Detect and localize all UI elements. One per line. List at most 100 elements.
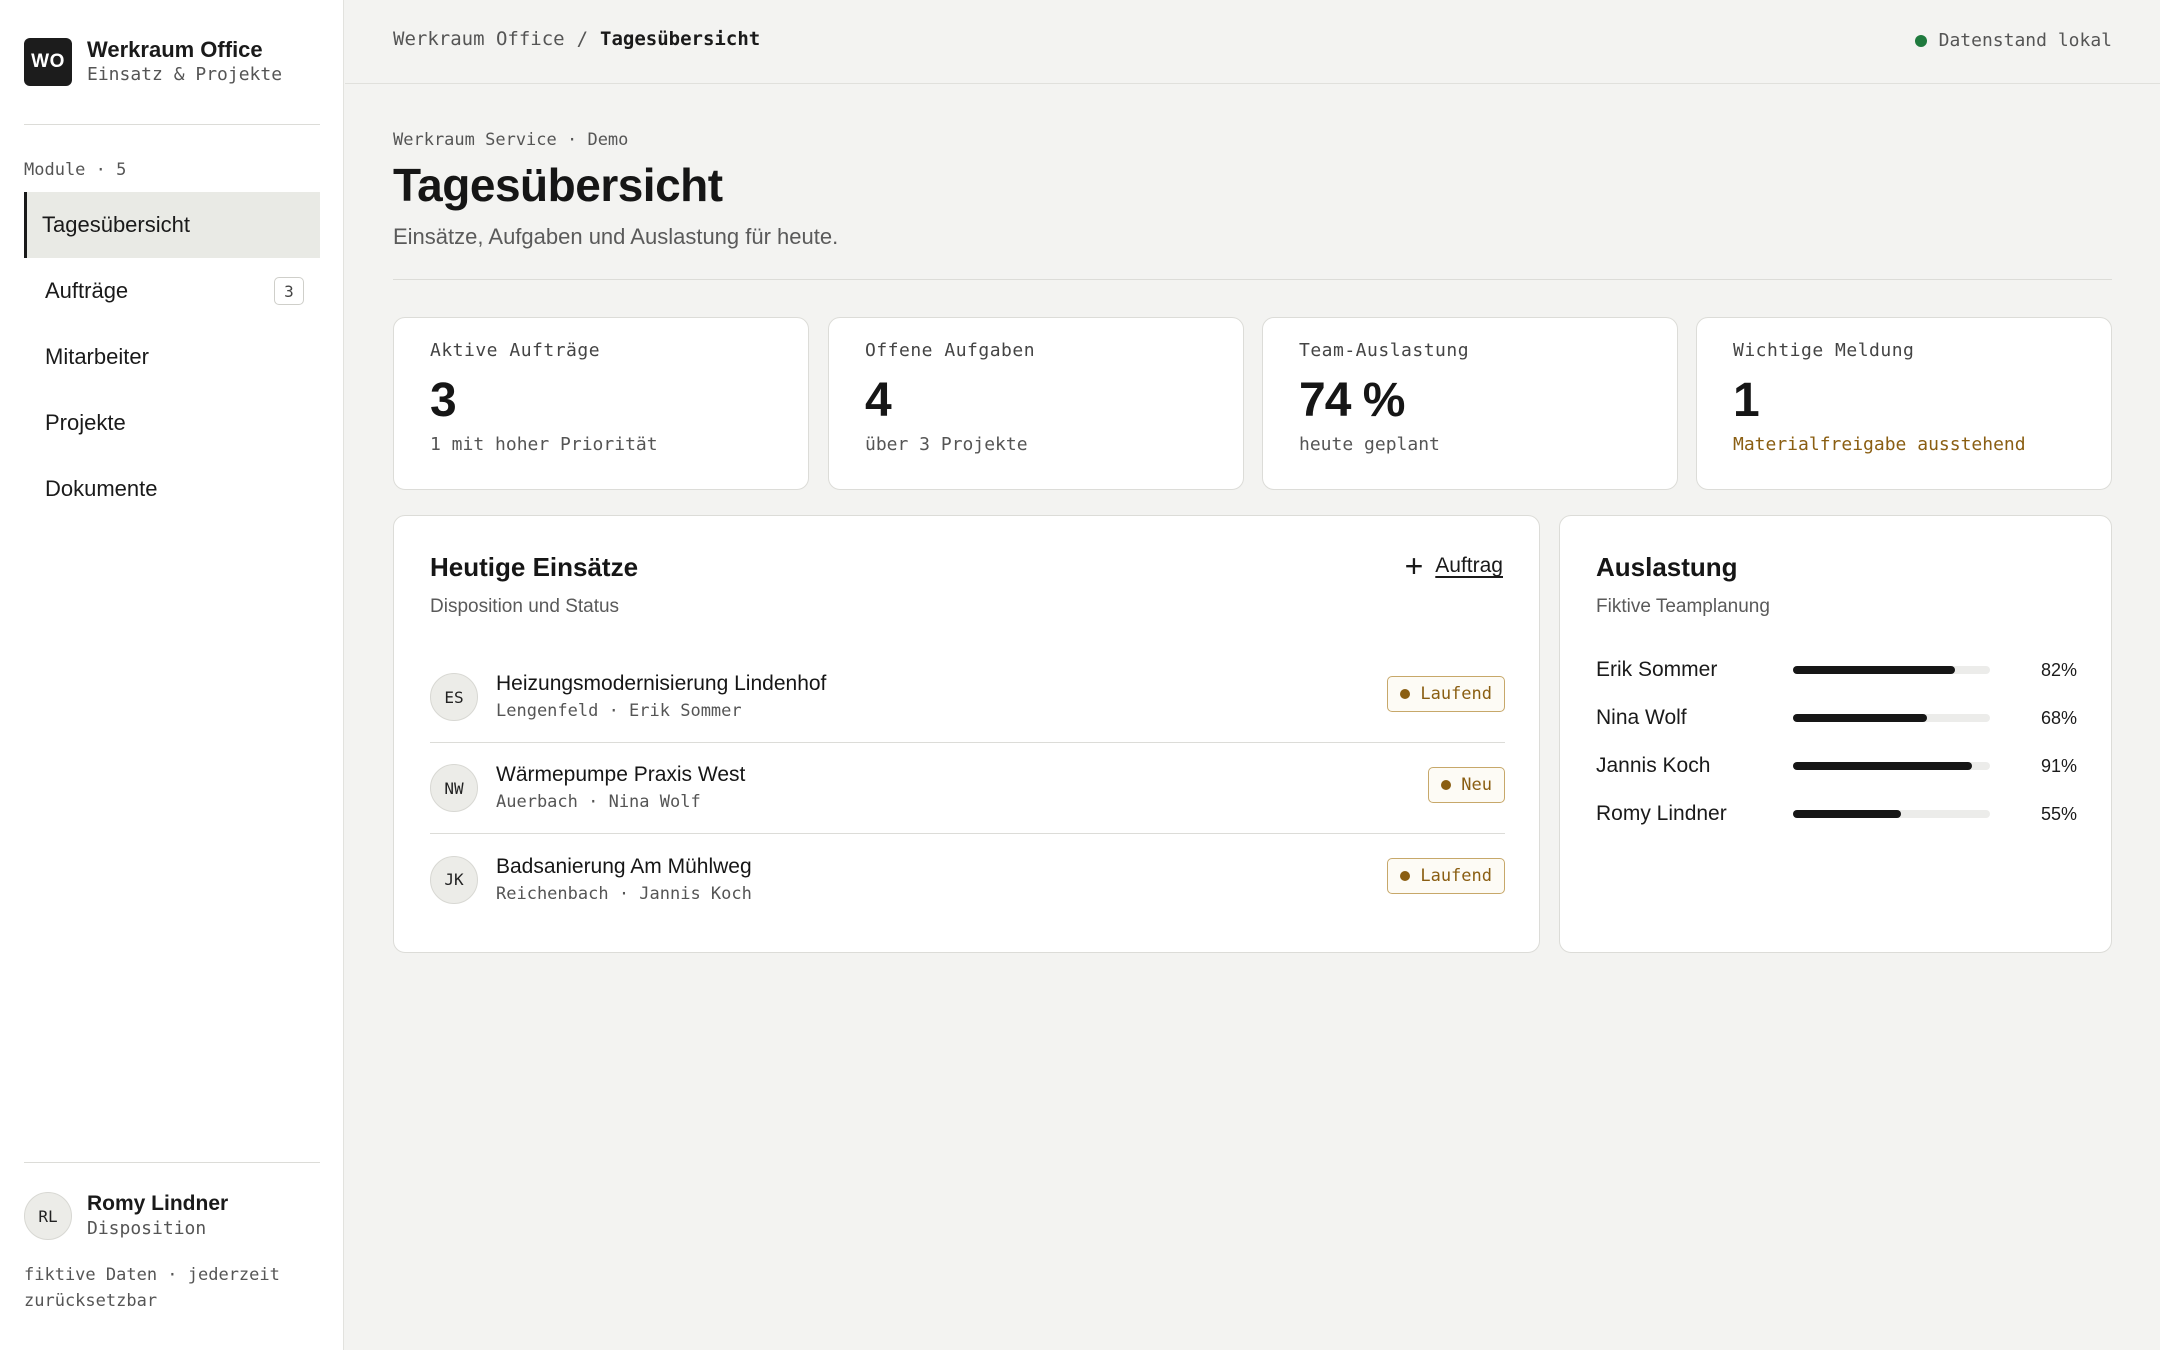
- sidebar-item-label: Aufträge: [45, 278, 129, 303]
- plus-icon: +: [1404, 548, 1424, 584]
- utilization-percent: 55%: [2040, 803, 2077, 824]
- card-title: Auslastung: [1596, 552, 1738, 582]
- page-eyebrow: Werkraum Service · Demo: [393, 130, 629, 150]
- sidebar-divider: [24, 124, 320, 125]
- utilization-percent: 68%: [2040, 707, 2077, 728]
- job-title: Badsanierung Am Mühlweg: [496, 854, 752, 878]
- utilization-card: Auslastung Fiktive Teamplanung Erik Somm…: [1559, 515, 2112, 953]
- job-title: Heizungsmodernisierung Lindenhof: [496, 672, 827, 695]
- member-name: Erik Sommer: [1596, 658, 1718, 681]
- utilization-list: Erik Sommer 82% Nina Wolf 68% Jannis Koc…: [1596, 646, 2077, 838]
- modules-label: Module · 5: [24, 160, 127, 180]
- list-item[interactable]: NW Wärmepumpe Praxis West Auerbach · Nin…: [430, 743, 1505, 834]
- avatar: ES: [430, 673, 478, 721]
- card-subtitle: Disposition und Status: [430, 596, 620, 617]
- stat-value: 4: [865, 374, 892, 427]
- sidebar-item-auftraege[interactable]: Aufträge 3: [24, 258, 320, 324]
- status-badge: Laufend: [1387, 676, 1505, 712]
- utilization-row: Erik Sommer 82%: [1596, 646, 2077, 694]
- status-badge: Laufend: [1387, 858, 1505, 894]
- data-footnote: fiktive Daten · jederzeit zurücksetzbar: [24, 1265, 280, 1311]
- breadcrumb-root[interactable]: Werkraum Office: [393, 28, 565, 50]
- sidebar-item-label: Tagesübersicht: [42, 212, 190, 237]
- sidebar-item-dokumente[interactable]: Dokumente: [24, 456, 320, 522]
- stat-note: heute geplant: [1299, 434, 1440, 455]
- utilization-bar: [1793, 666, 1990, 674]
- sidebar-item-tagesuebersicht[interactable]: Tagesübersicht: [24, 192, 320, 258]
- brand[interactable]: WO Werkraum Office Einsatz & Projekte: [24, 37, 282, 87]
- status-dot-icon: [1400, 871, 1411, 881]
- add-order-button[interactable]: + Auftrag: [1404, 548, 1503, 584]
- utilization-bar-fill: [1793, 714, 1927, 722]
- status-badge-label: Laufend: [1420, 866, 1492, 886]
- stat-note: 1 mit hoher Priorität: [430, 434, 658, 455]
- sidebar: WO Werkraum Office Einsatz & Projekte Mo…: [0, 0, 344, 1350]
- stat-label: Team-Auslastung: [1299, 340, 1470, 361]
- sidebar-item-projekte[interactable]: Projekte: [24, 390, 320, 456]
- utilization-bar: [1793, 810, 1990, 818]
- avatar: RL: [24, 1192, 72, 1240]
- job-meta: Reichenbach · Jannis Koch: [496, 883, 752, 904]
- status-text: Datenstand lokal: [1938, 30, 2112, 51]
- utilization-row: Nina Wolf 68%: [1596, 694, 2077, 742]
- stat-note: über 3 Projekte: [865, 434, 1028, 455]
- sidebar-item-mitarbeiter[interactable]: Mitarbeiter: [24, 324, 320, 390]
- utilization-row: Jannis Koch 91%: [1596, 742, 2077, 790]
- stat-value: 3: [430, 374, 457, 427]
- stat-card-active-orders: Aktive Aufträge 3 1 mit hoher Priorität: [393, 317, 809, 490]
- job-meta: Lengenfeld · Erik Sommer: [496, 701, 742, 721]
- utilization-bar-fill: [1793, 762, 1973, 770]
- page-title: Tagesübersicht: [393, 159, 723, 211]
- status-badge: Neu: [1428, 767, 1505, 803]
- status-dot-icon: [1441, 780, 1452, 790]
- job-meta: Auerbach · Nina Wolf: [496, 792, 701, 812]
- brand-subtitle: Einsatz & Projekte: [87, 64, 283, 85]
- utilization-bar-fill: [1793, 810, 1902, 818]
- stat-label: Offene Aufgaben: [865, 340, 1036, 361]
- sidebar-item-label: Projekte: [45, 410, 126, 435]
- status-dot-icon: [1400, 689, 1411, 699]
- avatar: NW: [430, 764, 478, 812]
- card-title: Heutige Einsätze: [430, 552, 639, 582]
- avatar: JK: [430, 855, 478, 904]
- stat-label: Aktive Aufträge: [430, 340, 601, 361]
- add-order-label: Auftrag: [1435, 554, 1503, 577]
- stat-card-open-tasks: Offene Aufgaben 4 über 3 Projekte: [828, 317, 1244, 490]
- member-name: Romy Lindner: [1596, 802, 1727, 825]
- job-title: Wärmepumpe Praxis West: [496, 763, 746, 786]
- sidebar-item-label: Dokumente: [45, 476, 158, 501]
- brand-name: Werkraum Office: [87, 37, 263, 62]
- user-role: Disposition: [87, 1218, 207, 1239]
- breadcrumb-current: Tagesübersicht: [600, 28, 761, 50]
- list-item[interactable]: ES Heizungsmodernisierung Lindenhof Leng…: [430, 652, 1505, 743]
- stat-card-team-utilization: Team-Auslastung 74 % heute geplant: [1262, 317, 1678, 490]
- utilization-bar: [1793, 762, 1990, 770]
- header-divider: [393, 279, 2112, 280]
- utilization-bar: [1793, 714, 1990, 722]
- utilization-percent: 91%: [2040, 755, 2077, 776]
- breadcrumb: Werkraum Office / Tagesübersicht: [393, 28, 760, 50]
- todays-operations-card: Heutige Einsätze Disposition und Status …: [393, 515, 1540, 953]
- stat-card-important-notice: Wichtige Meldung 1 Materialfreigabe auss…: [1696, 317, 2112, 490]
- utilization-percent: 82%: [2040, 659, 2077, 680]
- count-badge: 3: [274, 277, 304, 305]
- utilization-row: Romy Lindner 55%: [1596, 790, 2077, 838]
- sidebar-item-label: Mitarbeiter: [45, 344, 149, 369]
- stat-label: Wichtige Meldung: [1733, 340, 1915, 361]
- status-badge-label: Neu: [1461, 775, 1492, 795]
- utilization-bar-fill: [1793, 666, 1955, 674]
- user-profile[interactable]: RL Romy Lindner Disposition: [24, 1191, 228, 1241]
- job-list: ES Heizungsmodernisierung Lindenhof Leng…: [430, 652, 1505, 925]
- status-dot-icon: [1914, 34, 1927, 47]
- sidebar-divider: [24, 1162, 320, 1163]
- member-name: Jannis Koch: [1596, 754, 1711, 777]
- list-item[interactable]: JK Badsanierung Am Mühlweg Reichenbach ·…: [430, 834, 1505, 925]
- card-subtitle: Fiktive Teamplanung: [1596, 596, 1770, 617]
- status-badge-label: Laufend: [1420, 684, 1492, 704]
- member-name: Nina Wolf: [1596, 706, 1687, 729]
- user-name: Romy Lindner: [87, 1192, 229, 1215]
- stat-value: 74 %: [1299, 374, 1405, 427]
- topbar: Werkraum Office / Tagesübersicht Datenst…: [345, 0, 2160, 84]
- page-subtitle: Einsätze, Aufgaben und Auslastung für he…: [393, 224, 839, 249]
- sidebar-nav: Tagesübersicht Aufträge 3 Mitarbeiter Pr…: [24, 192, 320, 522]
